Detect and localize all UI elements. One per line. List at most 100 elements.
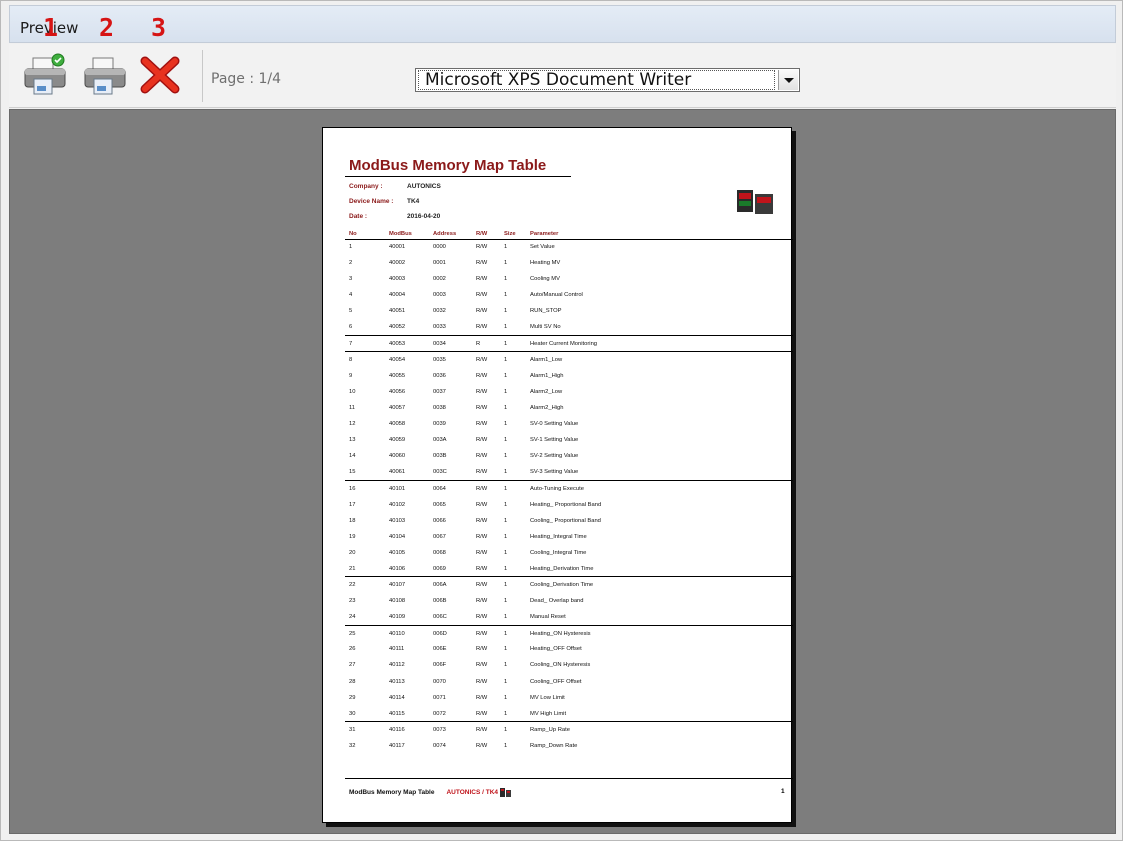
table-cell: 0072: [433, 710, 446, 717]
table-cell: 1: [504, 372, 508, 379]
table-row: 32 40117 0074 R/W 1 Ramp_Down Rate: [345, 738, 793, 754]
table-cell: R/W: [476, 372, 488, 379]
table-cell: Alarm2_Low: [530, 388, 563, 395]
table-cell: Auto-Tuning Execute: [526, 479, 793, 497]
table-cell: 40117: [389, 742, 405, 749]
table-row: 3 40003 0002 R/W 1 Cooling MV: [345, 271, 793, 287]
table-cell: Heating_Derivation Time: [530, 565, 594, 572]
table-cell: 006B: [433, 598, 447, 605]
table-cell: 28: [349, 678, 356, 685]
table-cell: 40004: [389, 292, 406, 299]
table-cell: 21: [349, 565, 356, 572]
document-page: ModBus Memory Map Table Company : AUTONIC…: [322, 127, 793, 823]
table-cell: Heating_Integral Time: [530, 533, 587, 540]
table-cell: 1: [504, 613, 508, 620]
table-cell: 1: [500, 624, 526, 642]
table-cell: 29: [349, 694, 356, 701]
table-row: 19 40104 0067 R/W 1 Heating_Integral Time: [345, 529, 793, 545]
table-cell: 0071: [433, 694, 446, 701]
preview-area[interactable]: ModBus Memory Map Table Company : AUTONIC…: [9, 109, 1116, 834]
memory-map-table: No ModBus Address R/W Size Parameter 1 40…: [345, 229, 793, 754]
info-key: Date :: [349, 213, 368, 220]
table-cell: 7: [345, 335, 385, 352]
table-cell: 1: [504, 501, 508, 508]
table-cell: 6: [349, 324, 353, 331]
table-cell: 0033: [433, 324, 446, 331]
table-cell: 003C: [433, 469, 447, 476]
table-cell: R/W: [476, 469, 488, 476]
table-cell: 0039: [433, 421, 446, 428]
title-bar: Preview: [9, 5, 1116, 43]
table-cell: 13: [349, 437, 356, 444]
print-button[interactable]: [81, 53, 129, 97]
table-cell: 40115: [389, 710, 405, 717]
table-cell: 30: [349, 710, 356, 717]
table-cell: 40104: [389, 533, 406, 540]
table-cell: 0073: [429, 721, 472, 738]
table-cell: 40002: [389, 260, 406, 267]
table-cell: 1: [504, 292, 508, 299]
table-cell: 4: [349, 292, 353, 299]
table-cell: R/W: [476, 694, 488, 701]
table-row: 11 40057 0038 R/W 1 Alarm2_High: [345, 400, 793, 416]
table-cell: 3: [349, 276, 353, 283]
table-cell: 40107: [385, 576, 429, 594]
table-cell: 40054: [385, 351, 429, 368]
table-cell: R/W: [476, 710, 488, 717]
print-preview-button[interactable]: [21, 53, 69, 97]
table-cell: Ramp_Down Rate: [530, 742, 578, 749]
table-cell: R/W: [476, 598, 488, 605]
chevron-down-icon[interactable]: [778, 70, 798, 90]
table-cell: Auto/Manual Control: [530, 292, 583, 299]
table-cell: 40001: [389, 244, 406, 251]
table-cell: 40057: [389, 404, 406, 411]
table-cell: 0037: [433, 388, 446, 395]
table-cell: Alarm2_High: [530, 404, 564, 411]
close-button[interactable]: [137, 53, 185, 97]
table-cell: R/W: [476, 388, 488, 395]
table-cell: 16: [345, 479, 385, 497]
table-row: 4 40004 0003 R/W 1 Auto/Manual Control: [345, 287, 793, 303]
table-cell: 40109: [389, 613, 406, 620]
printer-icon: [84, 57, 126, 95]
column-header: ModBus: [385, 229, 429, 240]
table-cell: 1: [504, 308, 508, 315]
table-row: 10 40056 0037 R/W 1 Alarm2_Low: [345, 384, 793, 400]
table-cell: 40108: [389, 598, 406, 605]
info-key: Device Name :: [349, 198, 394, 205]
table-cell: Heating_ Proportional Band: [530, 501, 602, 508]
table-cell: R/W: [476, 437, 488, 444]
table-cell: Set Value: [530, 244, 555, 251]
table-cell: 1: [500, 721, 526, 738]
table-cell: 19: [349, 533, 356, 540]
table-cell: 0002: [433, 276, 446, 283]
printer-select[interactable]: Microsoft XPS Document Writer: [415, 68, 800, 92]
table-row: 23 40108 006B R/W 1 Dead_ Overlap band: [345, 593, 793, 609]
table-row: 6 40052 0033 R/W 1 Multi SV No: [345, 319, 793, 335]
table-cell: 006D: [429, 624, 472, 642]
table-cell: 40106: [389, 565, 406, 572]
table-cell: 006C: [433, 613, 447, 620]
table-cell: 40103: [389, 517, 406, 524]
table-cell: R/W: [476, 678, 488, 685]
table-cell: 1: [504, 710, 508, 717]
device-thumbnail-icon: [499, 788, 511, 797]
table-row: 15 40061 003C R/W 1 SV-3 Setting Value: [345, 464, 793, 480]
table-row: 24 40109 006C R/W 1 Manual Reset: [345, 609, 793, 625]
table-cell: R/W: [476, 308, 488, 315]
table-cell: 15: [349, 469, 356, 476]
table-cell: 1: [504, 646, 508, 653]
column-header: R/W: [472, 229, 500, 240]
table-cell: 1: [504, 388, 508, 395]
table-cell: 1: [500, 335, 526, 352]
table-cell: R/W: [476, 421, 488, 428]
table-cell: R/W: [472, 479, 500, 497]
info-value: TK4: [407, 198, 420, 205]
table-row: 25 40110 006D R/W 1 Heating_ON Hysteresis: [345, 624, 793, 642]
table-cell: 40114: [389, 694, 405, 701]
table-cell: 003B: [433, 453, 447, 460]
table-cell: Cooling_OFF Offset: [530, 678, 582, 685]
table-cell: R/W: [476, 742, 488, 749]
footer-brand: AUTONICS / TK4: [446, 789, 499, 797]
table-row: 2 40002 0001 R/W 1 Heating MV: [345, 255, 793, 271]
